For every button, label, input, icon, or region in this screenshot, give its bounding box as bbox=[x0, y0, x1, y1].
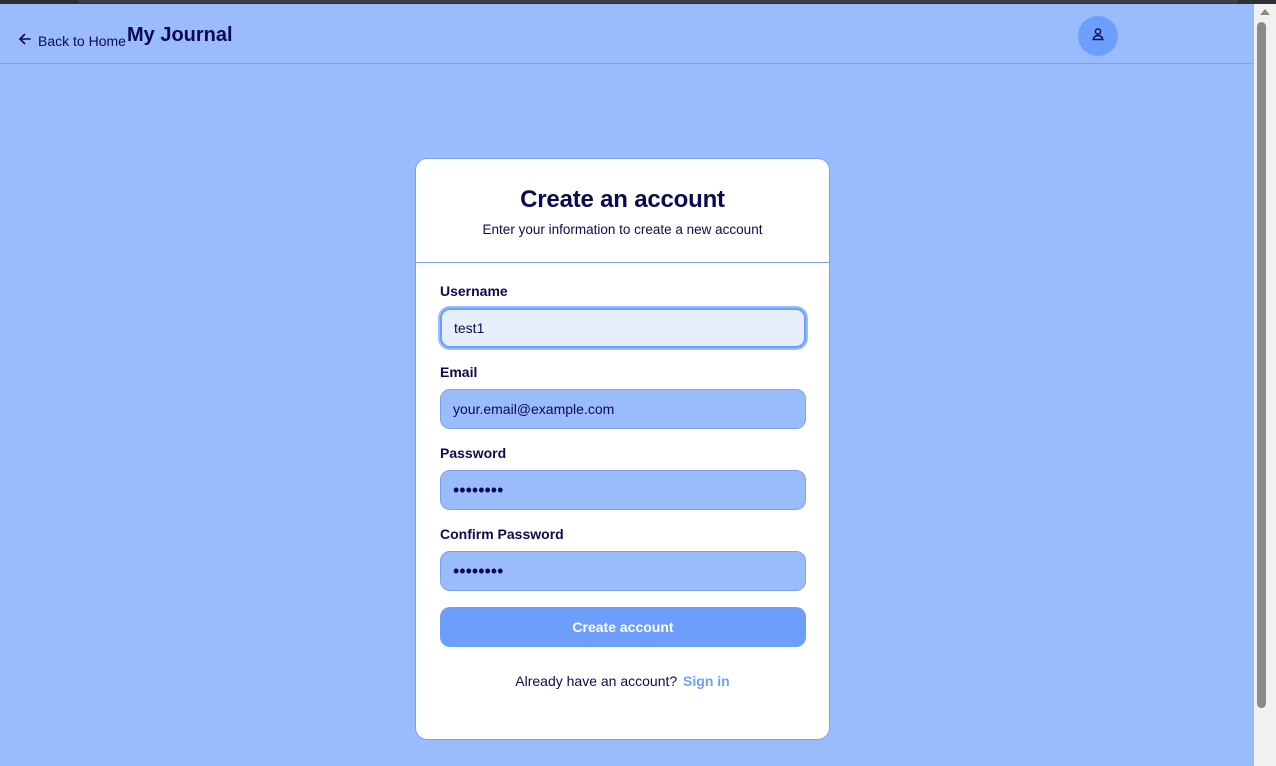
user-avatar-button[interactable] bbox=[1078, 16, 1118, 56]
signup-form: Username test1 Email your.email@example.… bbox=[416, 263, 829, 689]
username-input[interactable]: test1 bbox=[440, 308, 806, 348]
confirm-password-label: Confirm Password bbox=[440, 526, 564, 542]
username-label: Username bbox=[440, 283, 508, 299]
page-scrollbar[interactable] bbox=[1254, 4, 1276, 766]
scrollbar-thumb[interactable] bbox=[1257, 22, 1266, 708]
signin-row: Already have an account? Sign in bbox=[440, 673, 805, 689]
email-label: Email bbox=[440, 364, 478, 380]
card-title: Create an account bbox=[520, 186, 725, 213]
confirm-password-field-group: Confirm Password •••••••• bbox=[440, 526, 806, 591]
password-input[interactable]: •••••••• bbox=[440, 470, 806, 510]
password-field-group: Password •••••••• bbox=[440, 445, 806, 510]
app-header: Back to Home My Journal bbox=[0, 4, 1254, 64]
app-title: My Journal bbox=[127, 24, 233, 46]
arrow-left-icon bbox=[18, 32, 32, 49]
back-to-home-link[interactable]: Back to Home bbox=[18, 32, 126, 49]
browser-tab-edge bbox=[78, 0, 1238, 3]
signin-link[interactable]: Sign in bbox=[683, 673, 730, 689]
confirm-password-input[interactable]: •••••••• bbox=[440, 551, 806, 591]
card-subtitle: Enter your information to create a new a… bbox=[482, 222, 763, 237]
card-header: Create an account Enter your information… bbox=[416, 159, 829, 263]
username-field-group: Username test1 bbox=[440, 283, 806, 348]
password-label: Password bbox=[440, 445, 507, 461]
signup-card: Create an account Enter your information… bbox=[415, 158, 830, 740]
email-input[interactable]: your.email@example.com bbox=[440, 389, 806, 429]
scroll-up-arrow-icon[interactable] bbox=[1260, 9, 1270, 15]
user-icon bbox=[1091, 27, 1105, 46]
back-to-home-label: Back to Home bbox=[38, 32, 126, 49]
email-field-group: Email your.email@example.com bbox=[440, 364, 806, 429]
create-account-button[interactable]: Create account bbox=[440, 607, 806, 647]
signin-prompt: Already have an account? bbox=[515, 673, 678, 689]
